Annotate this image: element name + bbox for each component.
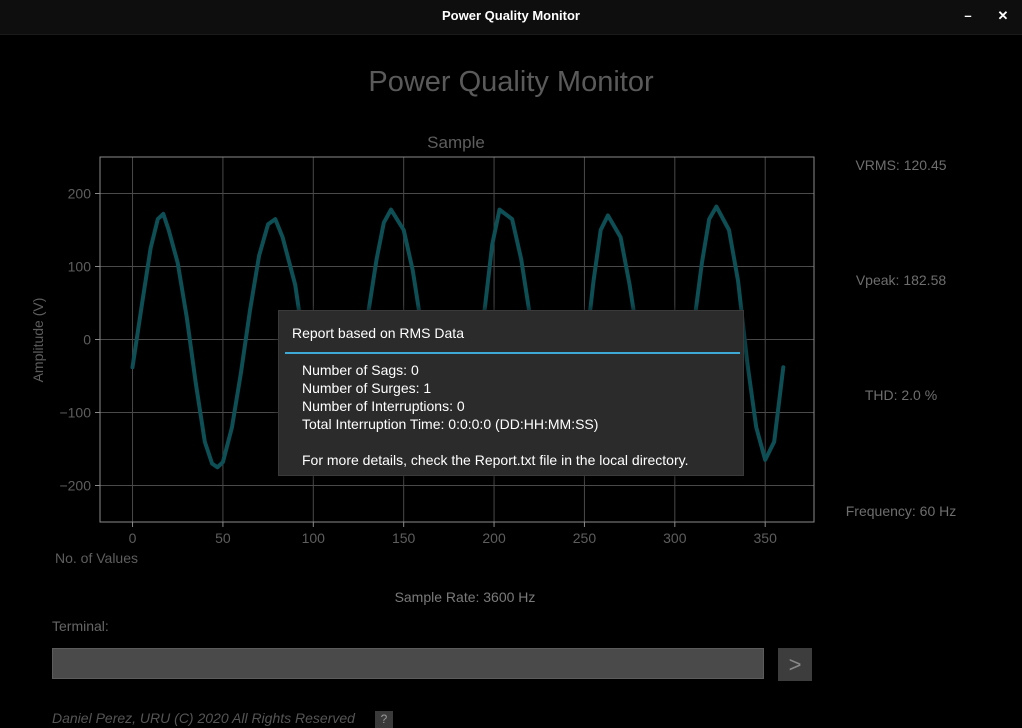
chart-title: Sample: [427, 133, 485, 152]
report-dialog: Report based on RMS Data Number of Sags:…: [278, 310, 744, 476]
dialog-sags-line: Number of Sags: 0: [302, 362, 419, 378]
x-tick-label: 350: [754, 530, 778, 546]
x-tick-label: 150: [392, 530, 416, 546]
y-tick-label: 0: [83, 332, 91, 348]
frequency-readout: Frequency: 60 Hz: [845, 503, 957, 519]
x-tick-label: 50: [215, 530, 231, 546]
y-tick-label: 200: [68, 186, 92, 202]
dialog-separator: [285, 352, 740, 354]
dialog-surges-line: Number of Surges: 1: [302, 380, 432, 396]
vrms-readout: VRMS: 120.45: [855, 157, 947, 173]
y-axis-label: Amplitude (V): [30, 298, 46, 383]
help-button[interactable]: ?: [375, 711, 393, 728]
terminal-input[interactable]: [52, 648, 764, 679]
terminal-label: Terminal:: [52, 618, 109, 634]
x-tick-label: 300: [663, 530, 687, 546]
x-tick-label: 100: [302, 530, 326, 546]
thd-readout: THD: 2.0 %: [864, 387, 938, 403]
x-tick-label: 0: [129, 530, 137, 546]
x-tick-label: 200: [482, 530, 506, 546]
y-tick-label: −200: [59, 478, 91, 494]
dialog-details-line: For more details, check the Report.txt f…: [302, 452, 689, 468]
sample-rate-label: Sample Rate: 3600 Hz: [394, 589, 536, 605]
dialog-title: Report based on RMS Data: [292, 325, 464, 341]
y-tick-label: −100: [59, 405, 91, 421]
x-tick-label: 250: [573, 530, 597, 546]
y-tick-label: 100: [68, 259, 92, 275]
send-button[interactable]: >: [778, 648, 812, 681]
dialog-interruption-time-line: Total Interruption Time: 0:0:0:0 (DD:HH:…: [302, 416, 599, 432]
x-axis-label: No. of Values: [55, 550, 138, 566]
footer-copyright: Daniel Perez, URU (C) 2020 All Rights Re…: [52, 710, 355, 726]
vpeak-readout: Vpeak: 182.58: [855, 272, 947, 288]
dialog-interruptions-line: Number of Interruptions: 0: [302, 398, 465, 414]
